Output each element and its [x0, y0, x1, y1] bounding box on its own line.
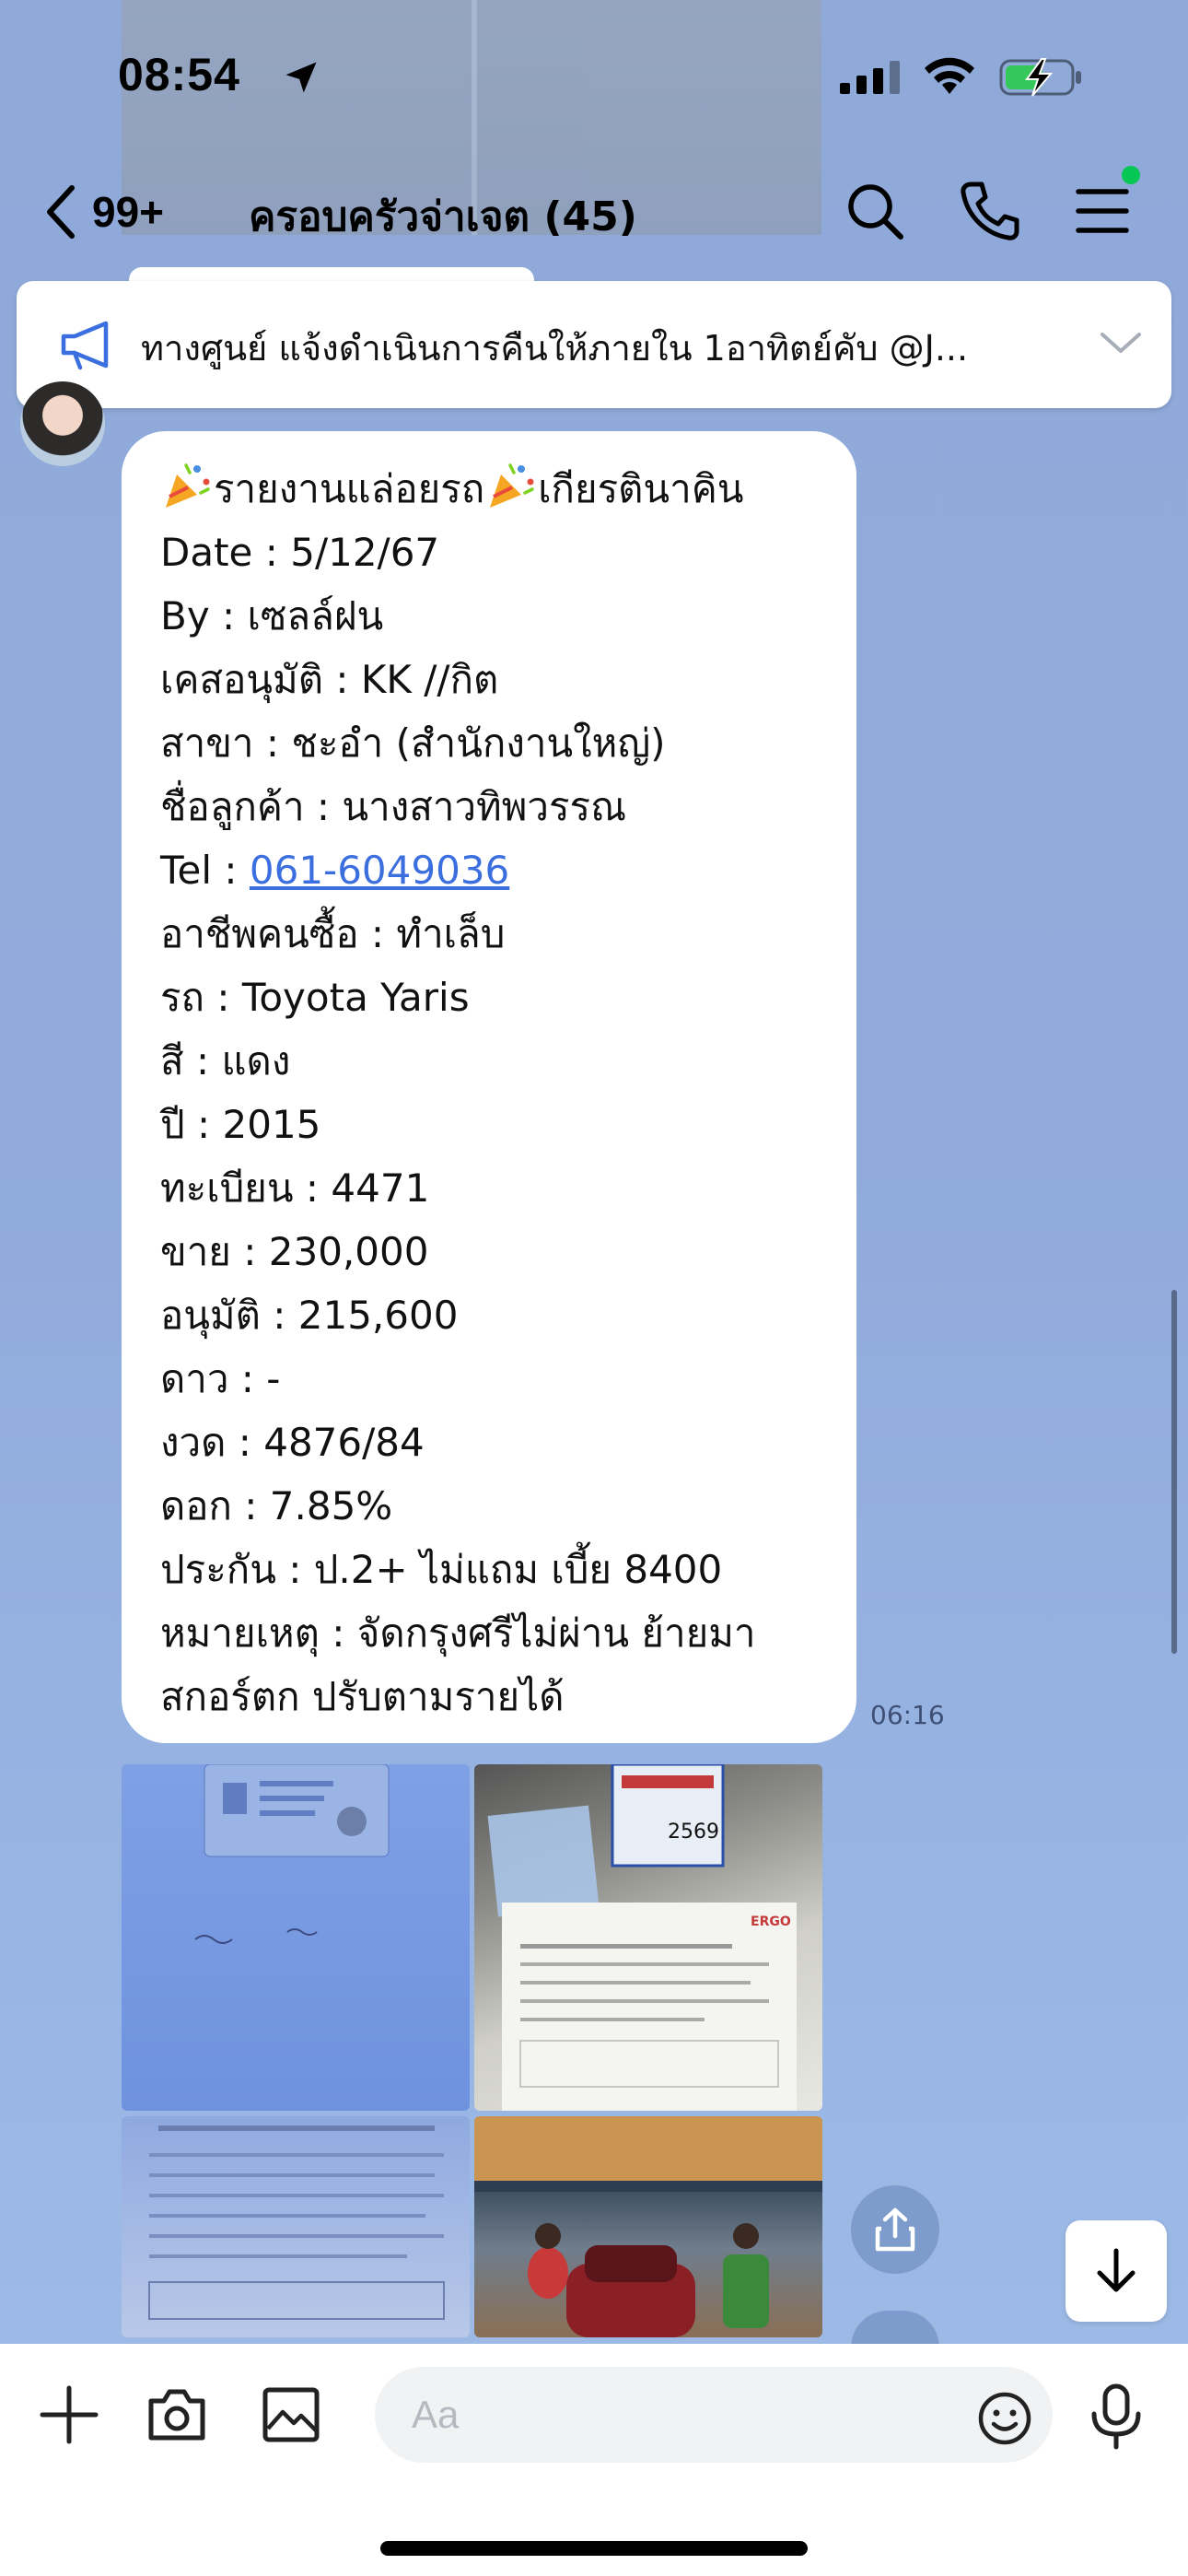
message-line: งวด : 4876/84	[160, 1420, 425, 1465]
message-line: ดอก : 7.85%	[160, 1483, 393, 1528]
message-line: อาชีพคนซื้อ : ทำเล็บ	[160, 911, 506, 956]
notification-dot	[1122, 166, 1140, 184]
unread-count: 99+	[92, 188, 165, 236]
message-line: ดาว : -	[160, 1356, 281, 1401]
sender-avatar[interactable]	[20, 381, 105, 466]
emoji-icon[interactable]	[976, 2390, 1033, 2447]
location-arrow-icon	[285, 62, 317, 93]
announcement-banner[interactable]: ทางศูนย์ แจ้งดำเนินการคืนให้ภายใน 1อาทิต…	[17, 281, 1171, 408]
camera-icon[interactable]	[146, 2383, 208, 2447]
tel-line: Tel : 061-6049036	[160, 838, 829, 902]
heading-suffix: เกียรตินาคิน	[538, 466, 744, 511]
sender-name	[129, 394, 368, 413]
heading-text: รายงานแล่อยรถ	[214, 466, 485, 511]
message-bubble[interactable]: รายงานแล่อยรถ เกียรตินาคิน Date : 5/12/6…	[122, 431, 856, 1743]
message-line: ชื่อลูกค้า : นางสาวทิพวรรณ	[160, 784, 627, 829]
more-action-button[interactable]	[851, 2311, 939, 2348]
wifi-icon	[925, 57, 974, 94]
announcement-text: ทางศูนย์ แจ้งดำเนินการคืนให้ภายใน 1อาทิต…	[141, 328, 969, 369]
chat-header: 99+ ครอบครัวจ่าเจต (45)	[0, 166, 1188, 258]
message-line: สี : แดง	[160, 1038, 291, 1083]
status-time: 08:54	[118, 49, 240, 100]
tax-sticker-number: 2569	[668, 1821, 719, 1844]
id-card-photo-art	[194, 1764, 390, 1944]
message-line: Date : 5/12/67	[160, 530, 440, 575]
message-line: ปี : 2015	[160, 1102, 321, 1147]
megaphone-icon	[61, 321, 109, 370]
back-button[interactable]: 99+	[44, 182, 164, 241]
message-line: หมายเหตุ : จัดกรุงศรีไม่ผ่าน ย้ายมา	[160, 1610, 756, 1656]
tax-document-photo-art: 2569 ERGO	[487, 1764, 797, 2111]
message-line: ประกัน : ป.2+ ไม่แถม เบี้ย 8400	[160, 1547, 723, 1592]
photo-contract-form[interactable]	[122, 2116, 470, 2337]
scrollbar[interactable]	[1171, 1290, 1177, 1654]
status-bar: 08:54	[0, 0, 1188, 157]
party-popper-icon	[490, 463, 534, 508]
arrow-down-icon	[1097, 2248, 1136, 2292]
menu-icon[interactable]	[1073, 179, 1132, 243]
plus-icon[interactable]	[37, 2383, 101, 2447]
chat-title: ครอบครัวจ่าเจต (45)	[249, 193, 637, 240]
tel-label: Tel :	[160, 848, 250, 893]
message-heading: รายงานแล่อยรถ เกียรตินาคิน	[160, 457, 829, 521]
photo-car-delivery[interactable]	[474, 2116, 822, 2337]
image-icon[interactable]	[261, 2383, 321, 2447]
car-delivery-photo-art	[474, 2116, 822, 2337]
home-indicator[interactable]	[380, 2541, 808, 2556]
message-line: ทะเบียน : 4471	[160, 1165, 430, 1211]
photo-id-card[interactable]	[122, 1764, 470, 2111]
message-line: เคสอนุมัติ : KK //กิต	[160, 657, 499, 702]
phone-icon[interactable]	[958, 179, 1022, 243]
party-popper-icon	[166, 463, 210, 508]
message-line: อนุมัติ : 215,600	[160, 1293, 459, 1338]
message-line: สาขา : ชะอำ (สำนักงานใหญ่)	[160, 720, 666, 766]
phone-number-link[interactable]: 061-6049036	[250, 848, 509, 893]
message-line: By : เซลล์ฝน	[160, 593, 384, 638]
message-timestamp: 06:16	[870, 1700, 945, 1730]
scroll-to-bottom-button[interactable]	[1066, 2220, 1167, 2322]
chevron-left-icon	[47, 185, 75, 239]
message-line: รถ : Toyota Yaris	[160, 975, 470, 1020]
photo-tax-document[interactable]: 2569 ERGO	[474, 1764, 822, 2111]
battery-charging-icon	[999, 58, 1081, 97]
search-icon[interactable]	[843, 179, 907, 243]
message-line: ขาย : 230,000	[160, 1229, 429, 1274]
insurer-mark: ERGO	[751, 1914, 791, 1929]
cellular-signal-icon	[840, 61, 900, 94]
message-input[interactable]	[375, 2367, 1053, 2463]
microphone-icon[interactable]	[1087, 2383, 1146, 2451]
message-line: สกอร์ตก ปรับตามรายได้	[160, 1674, 565, 1719]
share-button[interactable]	[851, 2185, 939, 2274]
chevron-down-icon[interactable]	[1099, 329, 1143, 357]
share-icon	[875, 2207, 915, 2252]
contract-form-photo-art	[148, 2125, 445, 2320]
